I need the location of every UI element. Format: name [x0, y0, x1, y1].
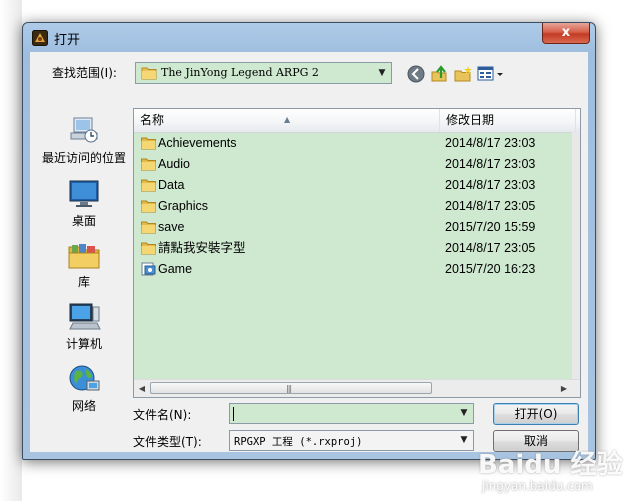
text-caret	[233, 407, 234, 421]
watermark-logo: Baidu 经验	[478, 450, 623, 480]
computer-icon	[69, 303, 101, 330]
places-bar: 最近访问的位置 桌面 库 计算机 网络	[37, 105, 131, 413]
column-header-name[interactable]: 名称 ▲	[134, 109, 440, 132]
up-one-level-button[interactable]	[430, 64, 452, 84]
view-menu-button[interactable]	[477, 64, 505, 84]
place-network-label: 网络	[71, 399, 96, 413]
close-button[interactable]: x	[542, 23, 590, 44]
recent-places-icon	[70, 117, 98, 143]
look-in-label: 查找范围(I):	[52, 66, 117, 80]
watermark-url: jingyan.baidu.com	[482, 479, 593, 493]
column-date-label: 修改日期	[446, 113, 495, 127]
place-libraries-label: 库	[77, 275, 90, 289]
file-date: 2015/7/20 15:59	[445, 220, 536, 234]
file-name: Data	[158, 178, 185, 192]
back-arrow-icon	[407, 65, 425, 83]
list-item[interactable]: Audio2014/8/17 23:03文	[134, 154, 580, 175]
grip-icon: |||	[286, 384, 292, 393]
list-item[interactable]: save2015/7/20 15:59文	[134, 217, 580, 238]
column-header-date[interactable]: 修改日期	[440, 109, 576, 132]
file-list[interactable]: 名称 ▲ 修改日期 类 Achievements2014/8/17 23:03文…	[133, 108, 581, 398]
list-item[interactable]: Achievements2014/8/17 23:03文	[134, 133, 580, 154]
network-globe-icon	[69, 365, 100, 391]
scroll-left-icon[interactable]: ◀	[134, 380, 150, 397]
file-name: Game	[158, 262, 193, 276]
libraries-icon	[68, 244, 100, 269]
horizontal-scroll-thumb[interactable]: |||	[150, 382, 432, 394]
file-date: 2014/8/17 23:03	[445, 178, 536, 192]
list-item[interactable]: Data2014/8/17 23:03文	[134, 175, 580, 196]
chevron-down-icon[interactable]: ▼	[373, 63, 391, 83]
column-name-label: 名称	[140, 113, 165, 127]
window-title: 打开	[54, 33, 81, 48]
horizontal-scrollbar[interactable]: ◀ ||| ▶	[134, 379, 580, 397]
filename-label: 文件名(N):	[133, 408, 192, 422]
filetype-value: RPGXP 工程 (*.rxproj)	[234, 436, 363, 448]
column-header-type[interactable]: 类	[576, 109, 580, 132]
file-list-header: 名称 ▲ 修改日期 类	[134, 109, 580, 133]
folder-icon	[141, 242, 156, 255]
desktop-icon	[69, 180, 99, 207]
back-button[interactable]	[406, 64, 428, 84]
look-in-value: The JinYong Legend ARPG 2	[161, 66, 319, 79]
dialog-client-area: 查找范围(I): The JinYong Legend ARPG 2 ▼ 最近访…	[30, 52, 588, 452]
open-button[interactable]: 打开(O)	[493, 403, 579, 425]
open-file-dialog: 打开 x 查找范围(I): The JinYong Legend ARPG 2 …	[22, 22, 596, 460]
file-date: 2014/8/17 23:05	[445, 241, 536, 255]
folder-icon	[141, 179, 156, 192]
desktop-backdrop	[0, 0, 22, 501]
new-folder-button[interactable]	[453, 64, 475, 84]
folder-up-icon	[431, 65, 447, 82]
title-bar[interactable]: 打开 x	[23, 23, 595, 51]
list-item[interactable]: Graphics2014/8/17 23:05文	[134, 196, 580, 217]
close-icon: x	[561, 25, 571, 40]
chevron-down-icon[interactable]: ▼	[455, 431, 473, 450]
place-network[interactable]: 网络	[37, 363, 131, 414]
chevron-down-icon[interactable]: ▼	[455, 404, 473, 423]
file-name: Audio	[158, 157, 190, 171]
rpgmaker-app-icon	[32, 30, 48, 46]
place-libraries[interactable]: 库	[37, 239, 131, 290]
folder-icon	[141, 158, 156, 171]
folder-icon	[141, 137, 156, 150]
list-item[interactable]: 請點我安裝字型2014/8/17 23:05文	[134, 238, 580, 259]
file-date: 2014/8/17 23:03	[445, 136, 536, 150]
scroll-right-icon[interactable]: ▶	[556, 380, 572, 397]
folder-icon	[141, 221, 156, 234]
sort-up-icon: ▲	[284, 115, 291, 124]
vertical-scroll-edge[interactable]	[572, 132, 580, 379]
new-folder-icon	[454, 66, 472, 82]
file-name: save	[158, 220, 185, 234]
file-list-rows: Achievements2014/8/17 23:03文Audio2014/8/…	[134, 133, 580, 280]
place-computer[interactable]: 计算机	[37, 301, 131, 352]
file-name: Achievements	[158, 136, 237, 150]
place-desktop-label: 桌面	[71, 214, 96, 228]
file-name: 請點我安裝字型	[158, 241, 246, 255]
file-date: 2014/8/17 23:03	[445, 157, 536, 171]
filetype-label: 文件类型(T):	[133, 435, 202, 449]
place-desktop[interactable]: 桌面	[37, 178, 131, 229]
project-file-icon	[141, 262, 156, 276]
look-in-dropdown[interactable]: The JinYong Legend ARPG 2 ▼	[135, 62, 392, 84]
folder-icon	[141, 67, 157, 80]
view-menu-icon	[477, 66, 503, 81]
filename-input[interactable]: ▼	[229, 403, 474, 424]
place-computer-label: 计算机	[65, 337, 102, 351]
place-recent-label: 最近访问的位置	[41, 151, 126, 165]
place-recent[interactable]: 最近访问的位置	[37, 115, 131, 166]
folder-icon	[141, 200, 156, 213]
file-date: 2014/8/17 23:05	[445, 199, 536, 213]
file-name: Graphics	[158, 199, 209, 213]
baidu-jingyan-watermark: Baidu 经验 jingyan.baidu.com	[478, 444, 626, 501]
filetype-dropdown[interactable]: RPGXP 工程 (*.rxproj) ▼	[229, 430, 474, 451]
list-item[interactable]: Game2015/7/20 16:23R	[134, 259, 580, 280]
file-date: 2015/7/20 16:23	[445, 262, 536, 276]
